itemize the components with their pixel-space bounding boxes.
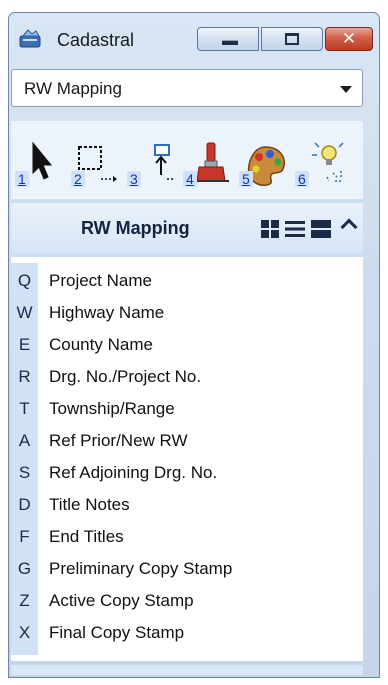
tool-paint-brush[interactable]: 4 <box>183 141 235 193</box>
minimize-icon <box>222 40 238 45</box>
item-label: Highway Name <box>49 303 165 322</box>
close-button[interactable]: ✕ <box>325 27 373 51</box>
chevron-down-icon[interactable] <box>340 86 352 93</box>
section-title: RW Mapping <box>81 218 190 238</box>
detail-view-icon[interactable] <box>311 220 331 243</box>
item-shortcut-key: A <box>18 431 31 450</box>
tool-lightbulb[interactable]: 6 <box>295 141 347 193</box>
list-item[interactable]: R Drg. No./Project No. <box>11 361 363 393</box>
tool-list: Q Project Name W Highway Name E County N… <box>11 257 363 661</box>
item-label: End Titles <box>49 527 124 546</box>
item-label: Township/Range <box>49 399 175 418</box>
tool-fence[interactable]: 2 <box>71 141 123 193</box>
list-item[interactable]: A Ref Prior/New RW <box>11 425 363 457</box>
minimize-button[interactable] <box>197 27 259 51</box>
list-item[interactable]: T Township/Range <box>11 393 363 425</box>
list-item[interactable]: E County Name <box>11 329 363 361</box>
tool-number: 2 <box>71 171 85 187</box>
footer-strip <box>11 665 363 675</box>
list-item[interactable]: Z Active Copy Stamp <box>11 585 363 617</box>
list-view-icon[interactable] <box>285 220 305 243</box>
list-item[interactable]: F End Titles <box>11 521 363 553</box>
tool-number: 3 <box>127 171 141 187</box>
item-shortcut-key: X <box>18 623 31 642</box>
item-label: Title Notes <box>49 495 130 514</box>
task-dropdown[interactable]: RW Mapping <box>11 69 363 107</box>
list-item[interactable]: D Title Notes <box>11 489 363 521</box>
item-shortcut-key: G <box>17 559 32 578</box>
tool-number: 5 <box>239 171 253 187</box>
item-shortcut-key: Q <box>17 271 32 290</box>
cadastral-app-icon <box>19 28 41 48</box>
item-shortcut-key: Z <box>19 591 30 610</box>
item-shortcut-key: W <box>16 303 33 322</box>
window-title: Cadastral <box>57 30 135 50</box>
tool-toolbar: 1 2 3 4 5 6 <box>11 121 363 199</box>
cadastral-window: Cadastral ✕ RW Mapping 1 2 3 4 5 6 RW Ma… <box>8 12 380 678</box>
list-item[interactable]: W Highway Name <box>11 297 363 329</box>
list-item[interactable]: X Final Copy Stamp <box>11 617 363 649</box>
tool-number: 1 <box>15 171 29 187</box>
list-item[interactable]: G Preliminary Copy Stamp <box>11 553 363 585</box>
item-shortcut-key: T <box>19 399 30 418</box>
item-shortcut-key: R <box>18 367 31 386</box>
item-label: Active Copy Stamp <box>49 591 194 610</box>
maximize-button[interactable] <box>261 27 323 51</box>
item-label: Ref Adjoining Drg. No. <box>49 463 218 482</box>
maximize-icon <box>285 33 299 45</box>
tool-select[interactable]: 1 <box>15 141 67 193</box>
tool-number: 6 <box>295 171 309 187</box>
item-label: Ref Prior/New RW <box>49 431 188 450</box>
icon-view-icon[interactable] <box>261 220 279 243</box>
title-bar[interactable]: Cadastral ✕ <box>9 13 379 63</box>
list-item[interactable]: S Ref Adjoining Drg. No. <box>11 457 363 489</box>
item-shortcut-key: E <box>18 335 31 354</box>
item-label: Drg. No./Project No. <box>49 367 202 386</box>
tool-number: 4 <box>183 171 197 187</box>
chevron-up-icon[interactable] <box>340 218 358 236</box>
close-icon: ✕ <box>341 29 357 49</box>
item-shortcut-key: D <box>18 495 31 514</box>
item-label: Project Name <box>49 271 152 290</box>
item-label: County Name <box>49 335 153 354</box>
item-label: Preliminary Copy Stamp <box>49 559 233 578</box>
tool-palette[interactable]: 5 <box>239 141 291 193</box>
item-label: Final Copy Stamp <box>49 623 185 642</box>
item-shortcut-key: S <box>18 463 31 482</box>
tool-place-element[interactable]: 3 <box>127 141 179 193</box>
dropdown-selected-value: RW Mapping <box>24 79 122 98</box>
section-header[interactable]: RW Mapping <box>11 203 363 253</box>
list-item[interactable]: Q Project Name <box>11 265 363 297</box>
item-shortcut-key: F <box>19 527 30 546</box>
